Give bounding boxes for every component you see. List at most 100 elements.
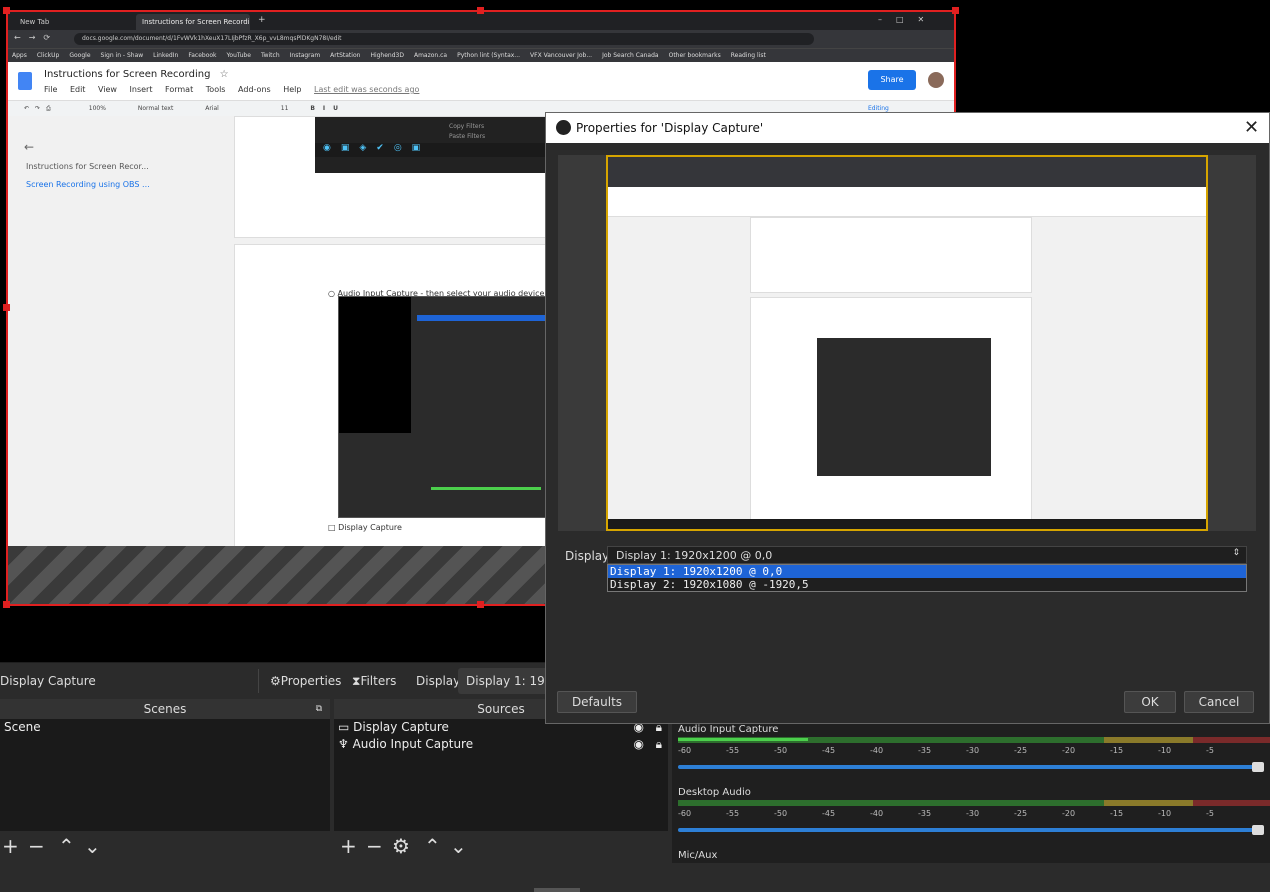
- resize-handle[interactable]: [952, 7, 959, 14]
- menu-edit: Edit: [69, 85, 86, 94]
- remove-source-icon[interactable]: −: [366, 835, 383, 857]
- font-select: Arial: [205, 105, 219, 112]
- menu-format: Format: [165, 85, 194, 94]
- tick-label: -45: [822, 809, 836, 818]
- move-down-icon[interactable]: ⌄: [450, 835, 467, 857]
- bookmark-item: Job Search Canada: [602, 52, 659, 59]
- doc-title-text: Instructions for Screen Recording: [44, 69, 211, 80]
- selected-source-label: Display Capture: [0, 674, 96, 688]
- star-icon: ☆: [219, 69, 229, 80]
- properties-button[interactable]: ⚙Properties: [264, 668, 347, 694]
- tick-label: -50: [774, 809, 788, 818]
- outline-item-active: Screen Recording using OBS ...: [26, 180, 150, 189]
- move-down-icon[interactable]: ⌄: [84, 835, 101, 857]
- tick-label: -10: [1158, 809, 1172, 818]
- bookmark-item: Other bookmarks: [668, 52, 721, 59]
- filters-label: Filters: [360, 674, 397, 688]
- volume-slider[interactable]: [678, 765, 1258, 769]
- tick-label: -45: [822, 746, 836, 755]
- sources-toolbar: + − ⚙ ⌃ ⌄: [334, 831, 668, 863]
- chrome-toolbar: ←→⟳ docs.google.com/document/d/1FvWVk1hX…: [8, 30, 954, 48]
- audio-meter-level: [678, 738, 808, 741]
- add-source-icon[interactable]: +: [340, 835, 357, 857]
- list-item[interactable]: Scene: [0, 719, 330, 736]
- ok-button[interactable]: OK: [1124, 691, 1176, 713]
- dock-splitter[interactable]: [534, 888, 580, 892]
- move-up-icon[interactable]: ⌃: [58, 835, 75, 857]
- doc-bullet-display: □ Display Capture: [328, 523, 402, 532]
- undock-icon[interactable]: ⧉: [316, 699, 322, 719]
- chevron-updown-icon: ⇕: [1232, 548, 1240, 558]
- tick-label: -15: [1110, 746, 1124, 755]
- mixer-channel-name: Audio Input Capture: [678, 724, 779, 735]
- filters-button[interactable]: ⧗Filters: [346, 668, 402, 694]
- bullet-display-text: Display Capture: [338, 523, 402, 532]
- display-select[interactable]: Display 1: 1920x1200 @ 0,0 ⇕: [607, 546, 1247, 564]
- font-size-field: 11: [280, 105, 289, 112]
- obs-logo-icon: [556, 120, 571, 135]
- doc-page-1: Copy Filters Paste Filters ◉▣◈✔◎▣: [234, 116, 554, 238]
- bookmark-item: ClickUp: [36, 52, 60, 59]
- tick-label: -25: [1014, 746, 1028, 755]
- scenes-dock: Scenes ⧉ Scene + − ⌃ ⌄: [0, 699, 330, 863]
- close-icon[interactable]: ✕: [1244, 117, 1259, 138]
- menu-file: File: [44, 85, 58, 94]
- source-row-audio-input[interactable]: ♆ Audio Input Capture ◉ 🔒︎: [334, 736, 668, 753]
- resize-handle[interactable]: [3, 601, 10, 608]
- context-menu-item: Copy Filters: [449, 123, 485, 130]
- resize-handle[interactable]: [3, 7, 10, 14]
- scenes-title: Scenes ⧉: [0, 699, 330, 719]
- display-select[interactable]: Display 1: 1920x1200 @ 0,0: [458, 668, 558, 694]
- bookmark-item: Amazon.ca: [413, 52, 448, 59]
- bookmark-item: VFX Vancouver Job...: [530, 52, 593, 59]
- resize-handle[interactable]: [477, 7, 484, 14]
- doc-menubar: File Edit View Insert Format Tools Add-o…: [44, 85, 429, 94]
- embedded-meter: [431, 487, 541, 490]
- tick-label: -60: [678, 809, 692, 818]
- bookmark-item: Twitch: [260, 52, 280, 59]
- volume-slider-handle[interactable]: [1252, 825, 1264, 835]
- cancel-button[interactable]: Cancel: [1184, 691, 1254, 713]
- display-option[interactable]: Display 1: 1920x1200 @ 0,0: [608, 565, 1246, 578]
- source-properties-gear-icon[interactable]: ⚙: [392, 835, 410, 857]
- embedded-obs-screenshot: [338, 296, 548, 518]
- tick-label: -25: [1014, 809, 1028, 818]
- display-select-value: Display 1: 1920x1200 @ 0,0: [616, 549, 773, 562]
- style-select: Normal text: [137, 105, 174, 112]
- add-scene-icon[interactable]: +: [2, 835, 19, 857]
- resize-handle[interactable]: [3, 304, 10, 311]
- tick-label: -20: [1062, 746, 1076, 755]
- mixer-channel-name: Desktop Audio: [678, 787, 751, 798]
- lock-icon[interactable]: 🔒︎: [656, 736, 662, 753]
- microphone-icon: ♆: [338, 737, 353, 751]
- defaults-button[interactable]: Defaults: [557, 691, 637, 713]
- eye-icon[interactable]: ◉: [634, 736, 644, 753]
- display-option[interactable]: Display 2: 1920x1080 @ -1920,5: [608, 578, 1246, 591]
- embedded-obs-screenshot: Copy Filters Paste Filters ◉▣◈✔◎▣: [315, 117, 545, 173]
- preview-chrome-bar: [608, 157, 1206, 187]
- menu-addons: Add-ons: [238, 85, 271, 94]
- nav-arrows-icon: ←→⟳: [14, 33, 59, 42]
- audio-mixer: Audio Input Capture -60 -55 -50 -45 -40 …: [672, 722, 1270, 863]
- back-arrow-icon: ←: [24, 140, 35, 154]
- bookmark-item: YouTube: [226, 52, 251, 59]
- volume-slider[interactable]: [678, 828, 1258, 832]
- remove-scene-icon[interactable]: −: [28, 835, 45, 857]
- menu-view: View: [97, 85, 117, 94]
- source-name: Audio Input Capture: [352, 737, 474, 751]
- preview-docs-header: [608, 187, 1206, 217]
- bookmark-item: Instagram: [289, 52, 321, 59]
- bookmark-item: Sign in - Shaw: [100, 52, 144, 59]
- move-up-icon[interactable]: ⌃: [424, 835, 441, 857]
- undo-redo-icons: ↶↷⎙: [24, 105, 57, 112]
- resize-handle[interactable]: [477, 601, 484, 608]
- bookmark-item: ArtStation: [330, 52, 361, 59]
- tick-label: -5: [1206, 809, 1214, 818]
- scenes-list: Scene: [0, 719, 330, 831]
- context-menu-item: Paste Filters: [449, 133, 486, 140]
- bullet-icon: □: [328, 523, 339, 532]
- volume-slider-handle[interactable]: [1252, 762, 1264, 772]
- tick-label: -40: [870, 809, 884, 818]
- dialog-title: Properties for 'Display Capture': [576, 121, 764, 135]
- bullet-icon: ○: [328, 289, 338, 298]
